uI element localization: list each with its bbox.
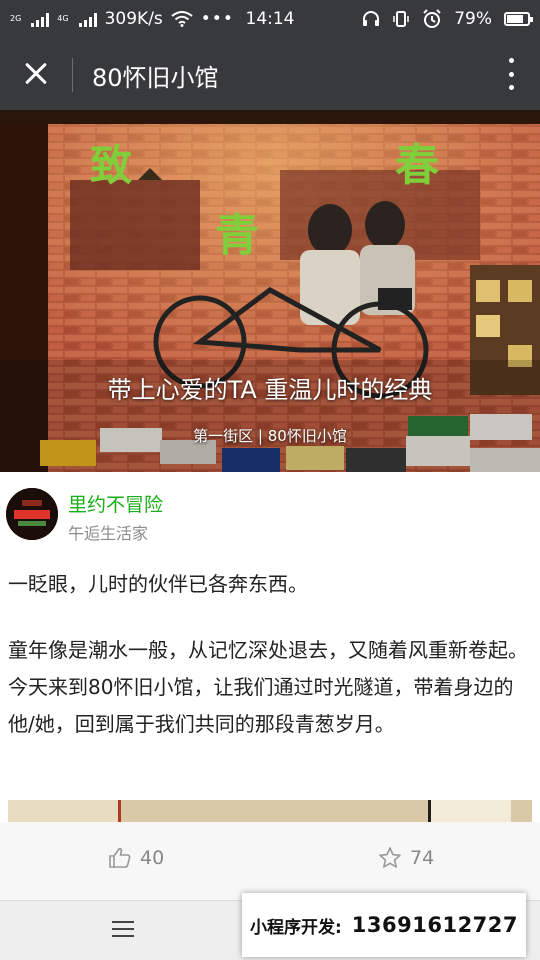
author-block: 里约不冒险 午逅生活家 (0, 480, 540, 550)
like-count: 40 (140, 847, 165, 869)
article-paragraph: 童年像是潮水一般，从记忆深处退去，又随着风重新卷起。今天来到80怀旧小馆，让我们… (8, 638, 528, 736)
promo-phone: 13691612727 (351, 913, 519, 937)
reaction-bar: 40 74 (0, 822, 540, 900)
promo-banner: 小程序开发: 13691612727 (242, 893, 526, 957)
promo-label: 小程序开发: (249, 917, 342, 938)
hero-banner[interactable]: 致 青 春 (0, 110, 540, 472)
battery-fill (507, 15, 523, 23)
close-icon[interactable] (18, 56, 54, 92)
status-right: 79% (362, 9, 533, 29)
star-count: 74 (410, 847, 435, 869)
title-bar: 80怀旧小馆 (0, 38, 540, 110)
wall-character-1: 致 (90, 141, 132, 190)
article-paragraph: 一眨眼，儿时的伙伴已各奔东西。 (8, 572, 308, 596)
avatar[interactable] (6, 488, 58, 540)
wall-character-2: 青 (215, 210, 259, 261)
like-button[interactable]: 40 (108, 846, 164, 870)
author-name[interactable]: 里约不冒险 (68, 490, 163, 517)
page-title: 80怀旧小馆 (92, 64, 219, 92)
alarm-icon (423, 9, 441, 28)
battery-icon (504, 12, 533, 26)
battery-percent: 79% (454, 9, 492, 29)
hero-illustration: 致 青 春 (0, 110, 540, 472)
hero-subtitle: 第一街区 | 80怀旧小馆 (193, 427, 347, 445)
thumbs-up-icon (109, 847, 131, 868)
hero-title: 带上心爱的TA 重温儿时的经典 (107, 376, 433, 404)
article-image[interactable] (8, 800, 532, 822)
author-tagline: 午逅生活家 (68, 524, 149, 543)
headphones-icon (363, 11, 380, 26)
vibrate-icon (393, 11, 409, 27)
image-frame-left (8, 800, 121, 822)
status-bar: 2G 4G 309K/s ••• 14:14 79% (0, 0, 540, 38)
wall-character-3: 春 (395, 140, 439, 191)
title-divider (72, 58, 73, 92)
avatar-image (6, 488, 58, 540)
favorite-button[interactable]: 74 (378, 846, 434, 870)
menu-icon[interactable] (112, 921, 134, 937)
more-options-icon[interactable] (506, 58, 516, 90)
star-icon (379, 847, 401, 868)
image-frame-right (428, 800, 511, 822)
